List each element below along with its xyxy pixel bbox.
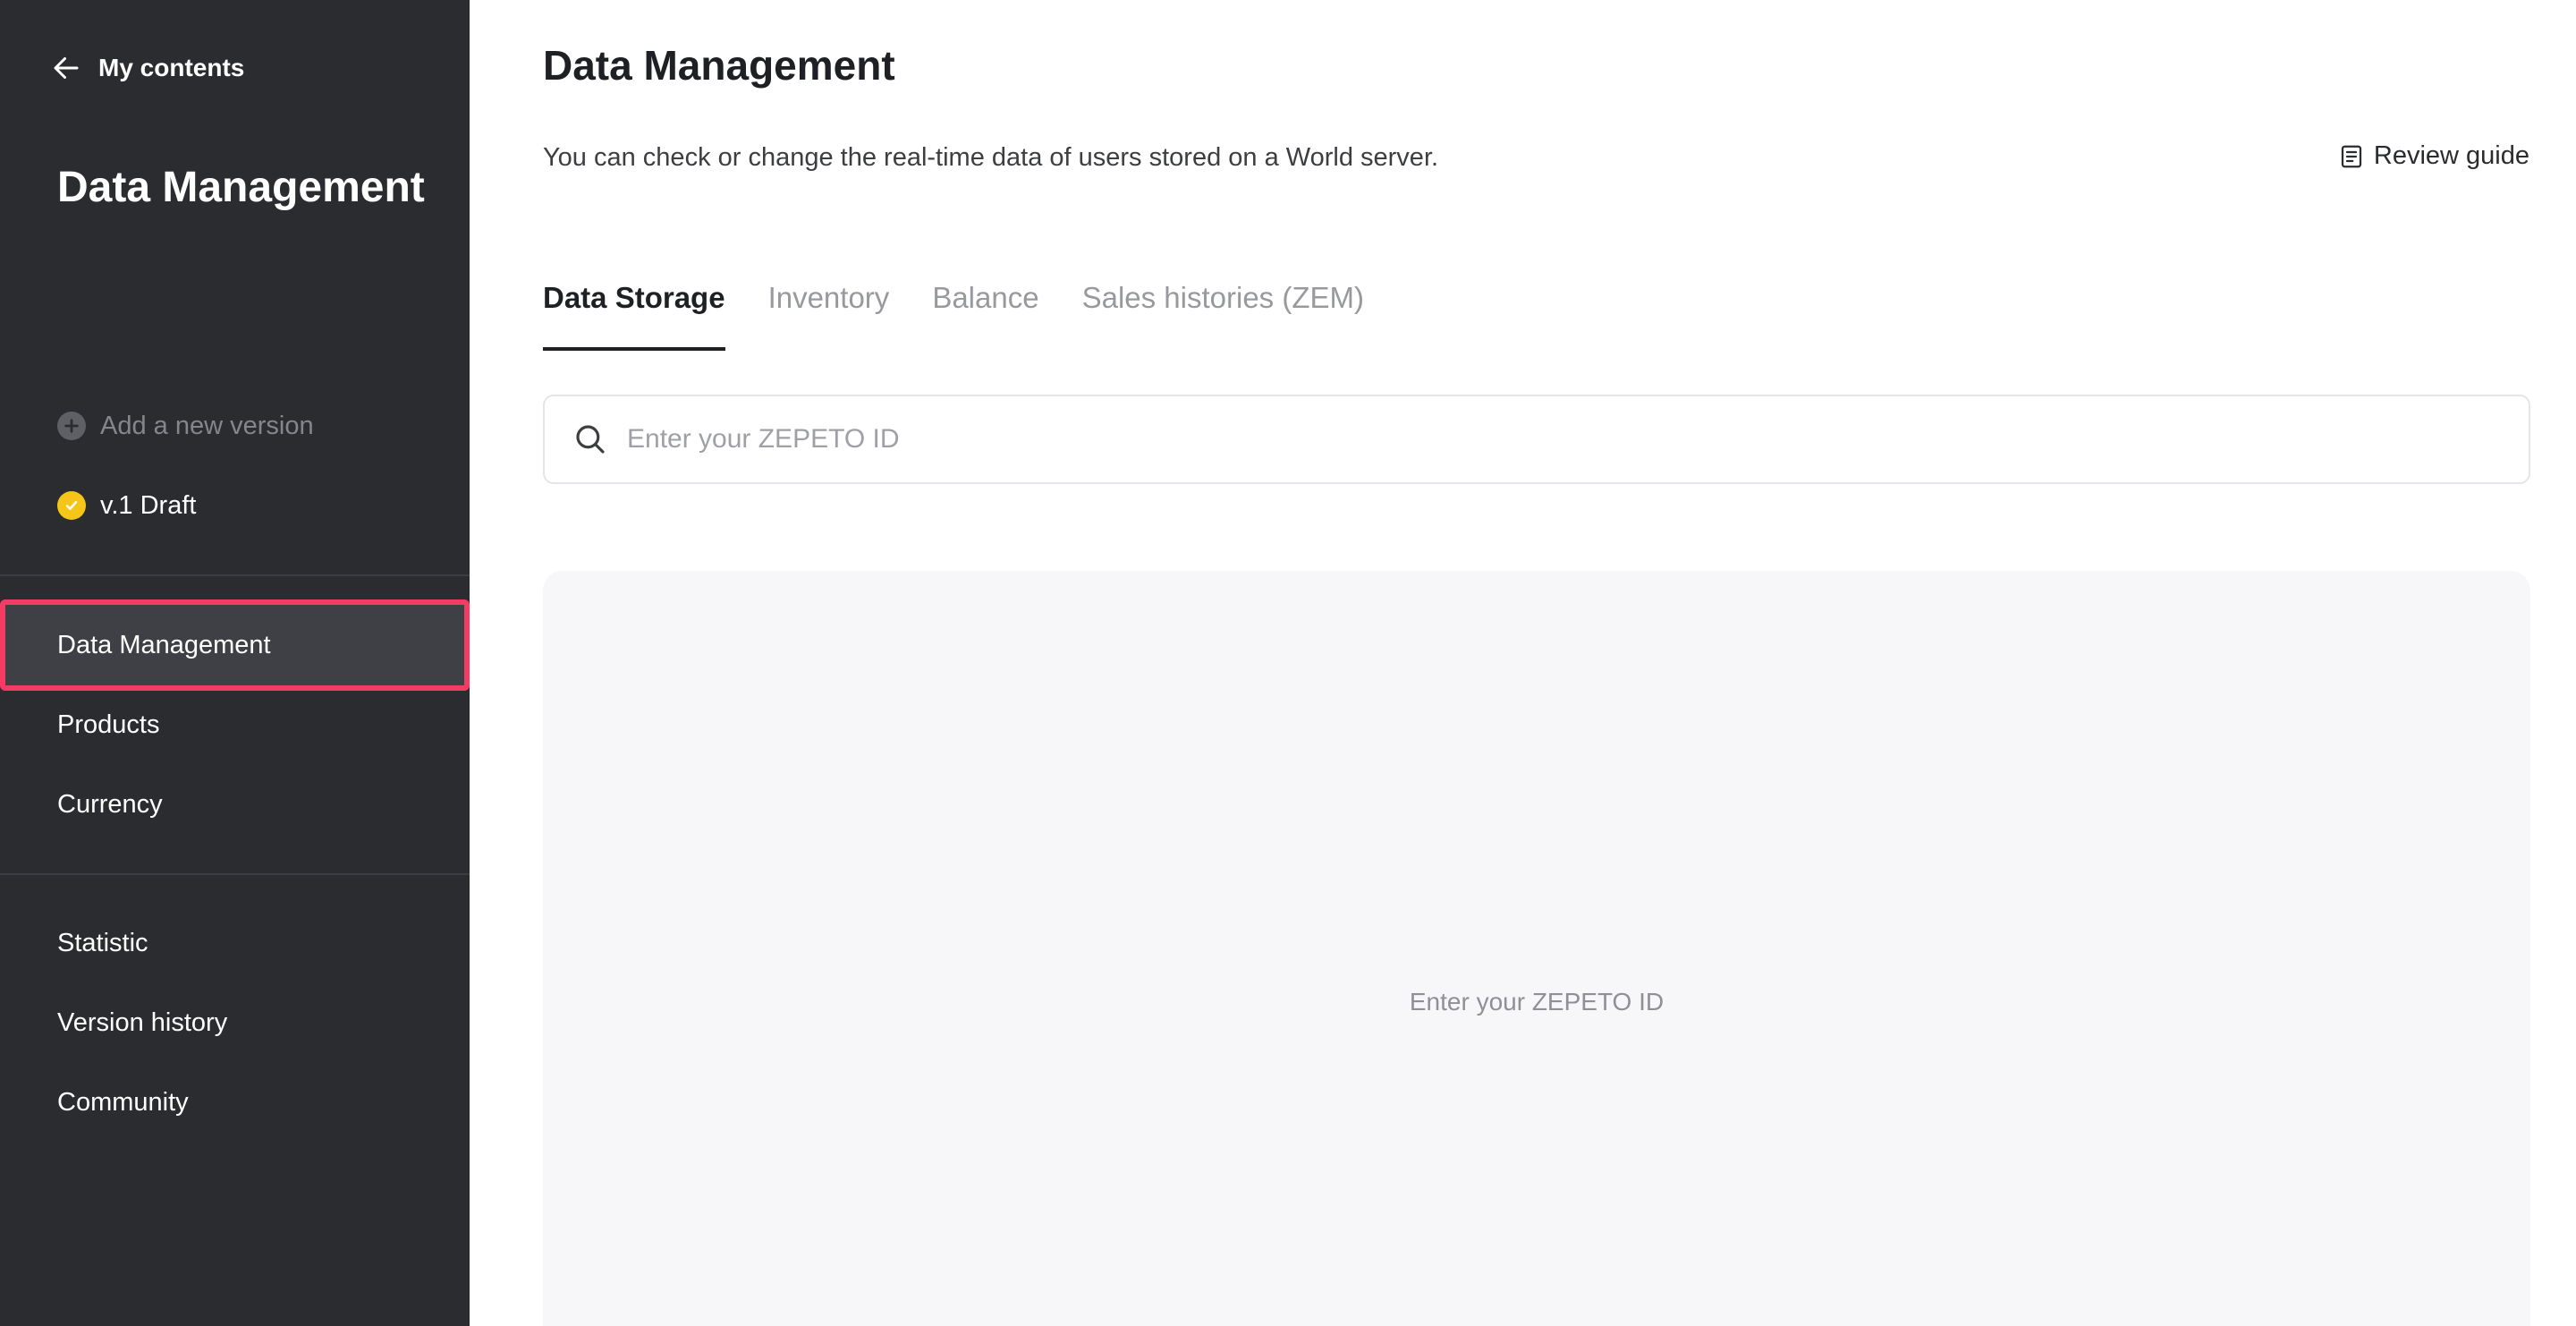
sidebar-item-label: Products: [57, 710, 160, 739]
back-to-my-contents-link[interactable]: My contents: [50, 50, 244, 86]
plus-circle-icon: [57, 412, 86, 440]
back-link-label: My contents: [98, 54, 245, 81]
review-guide-link[interactable]: Review guide: [2338, 141, 2529, 171]
add-new-version-button[interactable]: Add a new version: [57, 408, 314, 444]
sidebar-item-label: Currency: [57, 789, 163, 819]
tab-bar: Data Storage Inventory Balance Sales his…: [543, 277, 1364, 351]
search-icon: [576, 425, 605, 454]
page-description: You can check or change the real-time da…: [543, 143, 1439, 172]
version-draft-label: v.1 Draft: [100, 490, 197, 520]
sidebar-item-data-management[interactable]: Data Management: [0, 599, 470, 691]
sidebar-item-label: Version history: [57, 1007, 228, 1037]
sidebar-item-statistic[interactable]: Statistic: [0, 904, 470, 982]
search-bar: [543, 395, 2530, 484]
sidebar-divider: [0, 873, 470, 875]
sidebar-item-products[interactable]: Products: [0, 685, 470, 764]
tab-balance[interactable]: Balance: [932, 277, 1038, 351]
sidebar-item-label: Community: [57, 1087, 189, 1117]
review-guide-label: Review guide: [2373, 141, 2529, 170]
document-icon: [2341, 145, 2362, 167]
sidebar-item-community[interactable]: Community: [0, 1063, 470, 1142]
sidebar-title: Data Management: [57, 164, 425, 211]
arrow-left-icon: [54, 57, 79, 79]
sidebar-item-currency[interactable]: Currency: [0, 765, 470, 844]
sidebar-item-version-history[interactable]: Version history: [0, 983, 470, 1062]
empty-state-message: Enter your ZEPETO ID: [1409, 988, 1665, 1016]
tab-sales-histories[interactable]: Sales histories (ZEM): [1082, 277, 1364, 351]
page-title: Data Management: [543, 42, 895, 89]
sidebar: My contents Data Management Add a new ve…: [0, 0, 470, 1326]
sidebar-item-label: Statistic: [57, 928, 148, 957]
add-new-version-label: Add a new version: [100, 411, 314, 440]
check-circle-icon: [57, 491, 86, 520]
data-results-panel: Enter your ZEPETO ID: [543, 571, 2530, 1326]
tab-data-storage[interactable]: Data Storage: [543, 277, 725, 351]
main-content: Data Management You can check or change …: [470, 0, 2576, 1326]
sidebar-divider: [0, 574, 470, 576]
zepeto-id-search-input[interactable]: [625, 423, 2504, 455]
sidebar-item-label: Data Management: [57, 630, 271, 659]
version-draft-item[interactable]: v.1 Draft: [57, 488, 196, 523]
tab-inventory[interactable]: Inventory: [768, 277, 890, 351]
